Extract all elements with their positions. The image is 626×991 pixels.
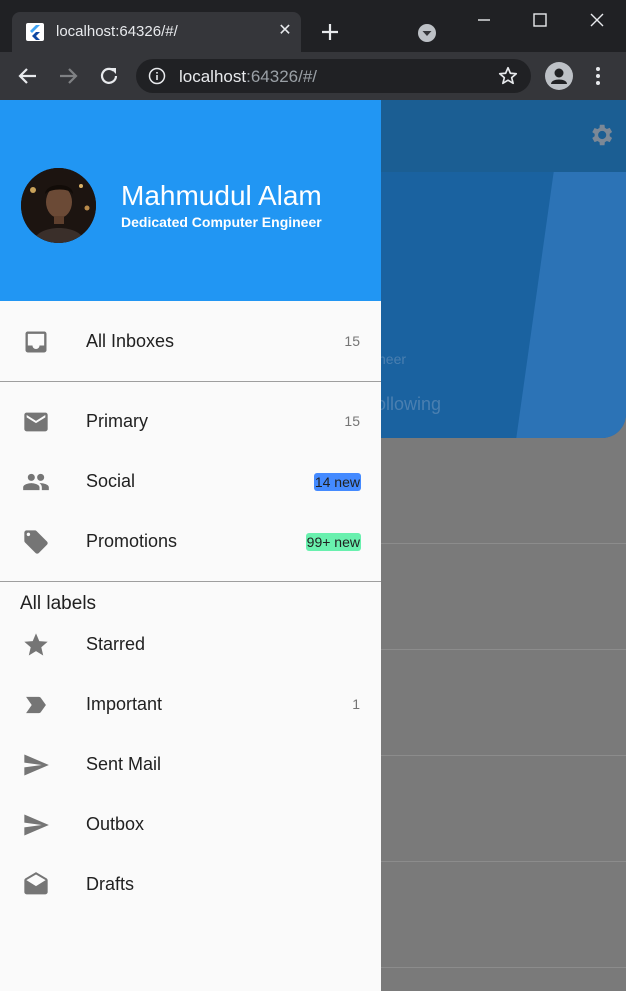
label-important-icon — [26, 696, 46, 714]
tab-close-icon[interactable]: ✕ — [274, 20, 296, 42]
close-window-icon[interactable] — [585, 8, 609, 32]
mail-icon — [24, 412, 48, 432]
drawer-item-label: Outbox — [86, 814, 145, 834]
drawer-item-important[interactable]: Important 1 — [0, 674, 381, 734]
site-info-icon[interactable] — [148, 67, 166, 85]
background-subtitle-text: neer — [378, 351, 407, 367]
new-count-badge: 99+ new — [305, 533, 361, 551]
back-icon[interactable] — [16, 64, 40, 88]
browser-tab-bar: localhost:64326/#/ ✕ — [0, 0, 626, 52]
maximize-icon[interactable] — [528, 8, 552, 32]
unread-count: 15 — [344, 333, 360, 349]
people-icon — [23, 473, 49, 491]
browser-tab[interactable]: localhost:64326/#/ ✕ — [12, 12, 301, 52]
tab-title: localhost:64326/#/ — [56, 23, 178, 40]
drawer-item-drafts[interactable]: Drafts — [0, 854, 381, 914]
url-text: localhost:64326/#/ — [179, 67, 317, 87]
drawer-item-outbox[interactable]: Outbox — [0, 794, 381, 854]
drawer-item-sent-mail[interactable]: Sent Mail — [0, 734, 381, 794]
tag-icon — [24, 530, 48, 554]
drawer-header: Mahmudul Alam Dedicated Computer Enginee… — [0, 100, 381, 301]
url-path: :64326/#/ — [246, 67, 318, 86]
drawer-item-primary[interactable]: Primary 15 — [0, 391, 381, 451]
drawer-item-label: Promotions — [86, 531, 178, 551]
drawer-item-label: Social — [86, 471, 136, 491]
profile-avatar[interactable] — [21, 168, 96, 243]
drawer-item-social[interactable]: Social 14 new — [0, 451, 381, 511]
settings-gear-icon[interactable] — [587, 121, 615, 149]
url-host: localhost — [179, 67, 247, 86]
forward-icon[interactable] — [56, 64, 80, 88]
browser-toolbar: localhost:64326/#/ — [0, 52, 626, 100]
star-icon — [24, 633, 48, 656]
unread-count: 15 — [344, 413, 360, 429]
drawer-divider — [0, 581, 381, 582]
tab-search-icon[interactable] — [416, 22, 438, 44]
drawer-item-label: Primary — [86, 411, 148, 431]
drawer-item-label: Drafts — [86, 874, 135, 894]
card-decoration — [516, 172, 626, 438]
reload-icon[interactable] — [97, 64, 121, 88]
profile-avatar-icon[interactable] — [545, 62, 573, 90]
drawer-item-label: Starred — [86, 634, 146, 654]
drawer-divider — [0, 381, 381, 382]
flutter-favicon-icon — [26, 23, 44, 41]
profile-name: Mahmudul Alam — [121, 180, 322, 211]
profile-subtitle: Dedicated Computer Engineer — [121, 214, 322, 230]
drawer-item-label: Sent Mail — [86, 754, 162, 774]
minimize-icon[interactable] — [472, 8, 496, 32]
drafts-icon — [24, 872, 48, 895]
send-icon — [24, 754, 49, 776]
labels-section-title: All labels — [20, 593, 97, 614]
send-icon — [24, 814, 49, 836]
new-count-badge: 14 new — [313, 473, 361, 491]
drawer-item-label: All Inboxes — [86, 331, 175, 351]
drawer-item-promotions[interactable]: Promotions 99+ new — [0, 511, 381, 571]
unread-count: 1 — [352, 696, 360, 712]
navigation-drawer: Mahmudul Alam Dedicated Computer Enginee… — [0, 100, 381, 991]
person-icon — [551, 68, 567, 84]
address-bar[interactable]: localhost:64326/#/ — [136, 59, 531, 93]
drawer-item-all-inboxes[interactable]: All Inboxes 15 — [0, 311, 381, 371]
profile-photo — [21, 168, 96, 243]
inbox-icon — [25, 331, 47, 353]
background-following-text: ollowing — [376, 394, 442, 414]
drawer-item-label: Important — [86, 694, 163, 714]
new-tab-icon[interactable] — [318, 20, 342, 44]
drawer-item-starred[interactable]: Starred — [0, 614, 381, 674]
bookmark-star-icon[interactable] — [497, 65, 519, 87]
browser-menu-icon[interactable] — [588, 64, 608, 88]
